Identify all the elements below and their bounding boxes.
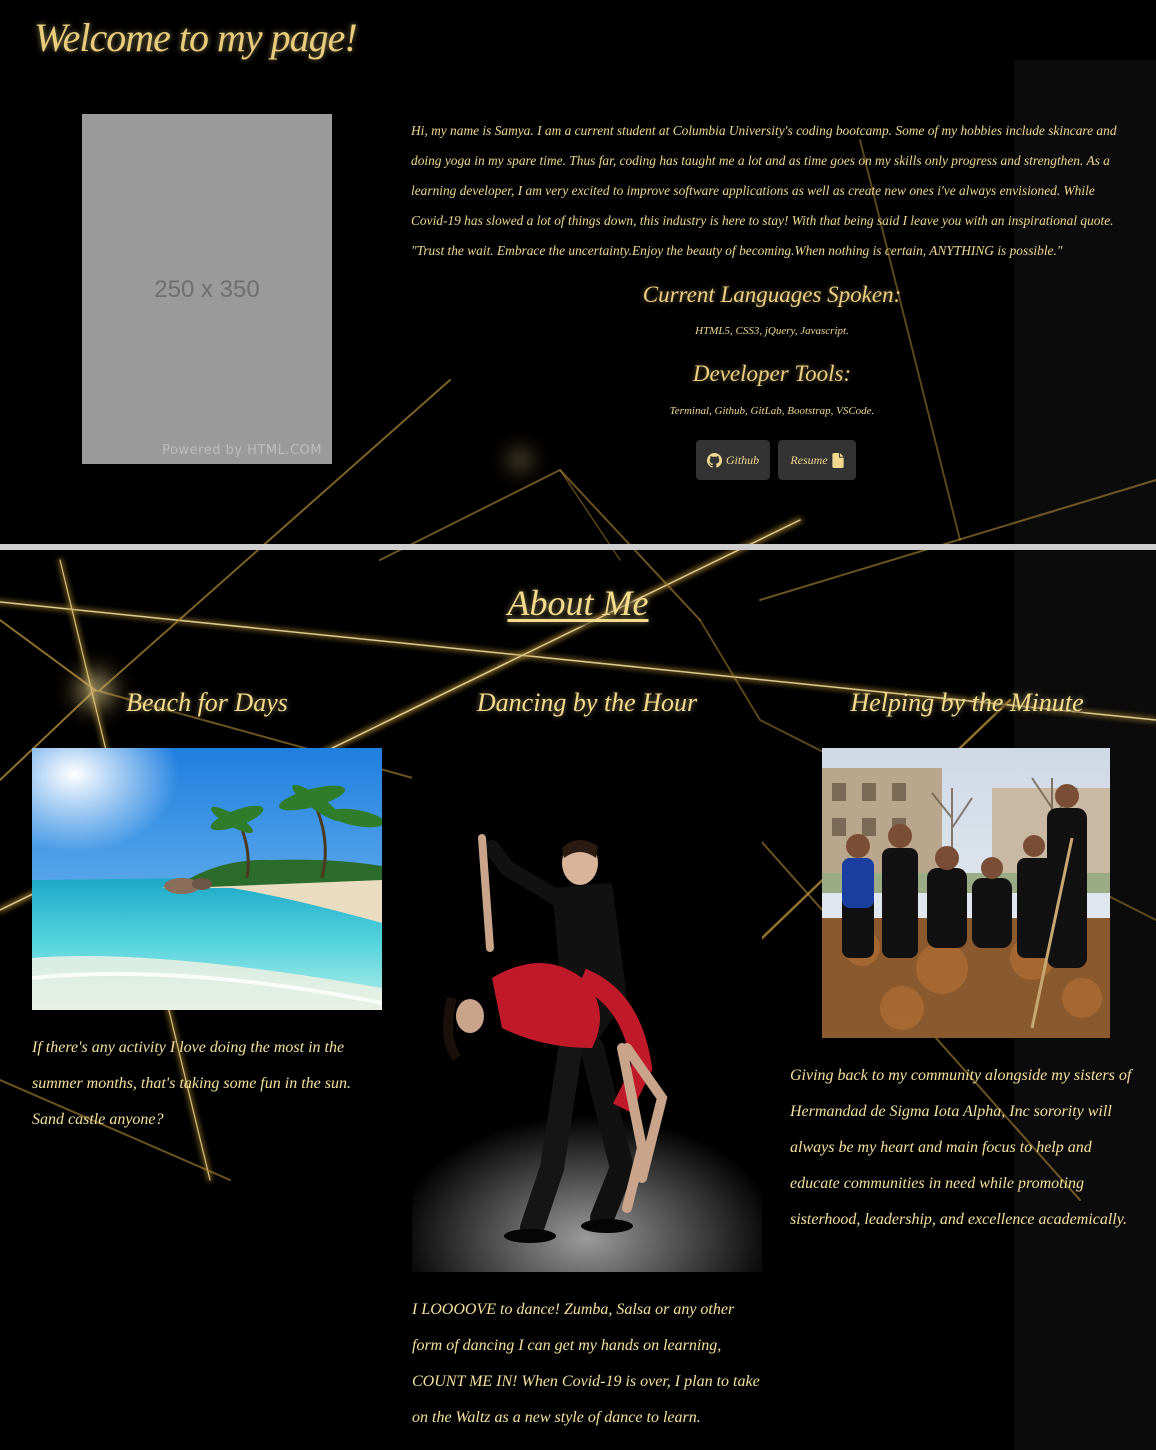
languages-list: HTML5, CSS3, jQuery, Javascript. xyxy=(695,325,849,337)
section-divider xyxy=(0,544,1156,550)
tools-list: Terminal, Github, GitLab, Bootstrap, VSC… xyxy=(669,405,875,417)
page-content: Welcome to my page! 250 x 350 Powered by… xyxy=(0,0,1156,1450)
resume-button-label: Resume xyxy=(790,452,828,467)
dancing-couple-photo xyxy=(412,748,762,1272)
bio-text: Hi, my name is Samya. I am a current stu… xyxy=(411,123,1117,258)
about-heading: About Me xyxy=(507,583,649,623)
column-title-dancing: Dancing by the Hour xyxy=(476,688,698,717)
column-title-beach: Beach for Days xyxy=(126,688,288,717)
sorority-volunteering-photo xyxy=(822,748,1110,1038)
resume-button[interactable]: Resume xyxy=(778,440,856,480)
github-button[interactable]: Github xyxy=(696,440,770,480)
column-text-dancing: I LOOOOVE to dance! Zumba, Salsa or any … xyxy=(412,1301,760,1426)
page-title: Welcome to my page! xyxy=(34,15,358,60)
column-title-helping: Helping by the Minute xyxy=(850,688,1084,717)
profile-placeholder-image: 250 x 350 Powered by HTML.COM xyxy=(82,114,332,464)
placeholder-credit: Powered by HTML.COM xyxy=(162,443,322,458)
placeholder-size-label: 250 x 350 xyxy=(154,276,260,303)
tools-heading: Developer Tools: xyxy=(692,361,852,386)
column-text-helping: Giving back to my community alongside my… xyxy=(790,1067,1132,1228)
beach-photo xyxy=(32,748,382,1010)
languages-heading: Current Languages Spoken: xyxy=(642,282,902,307)
column-text-beach: If there's any activity I love doing the… xyxy=(32,1039,351,1128)
github-button-label: Github xyxy=(725,452,760,467)
file-icon xyxy=(832,452,844,468)
github-icon xyxy=(706,452,722,468)
